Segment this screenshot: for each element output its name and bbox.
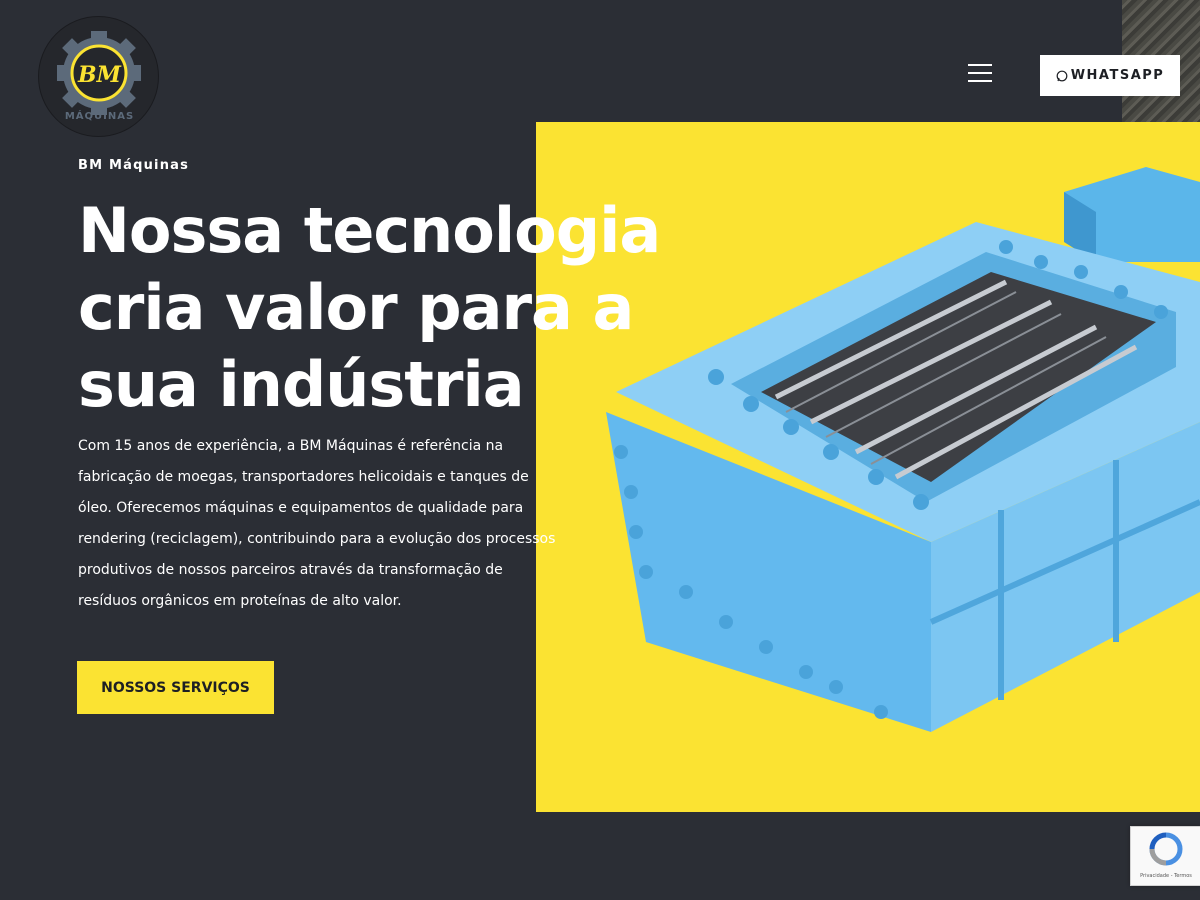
whatsapp-button[interactable]: WHATSAPP	[1040, 55, 1180, 96]
logo-text: MÁQUINAS	[64, 111, 135, 122]
hero-headline: Nossa tecnologia cria valor para a sua i…	[78, 192, 718, 423]
headline-line: Nossa tecnologia	[78, 194, 661, 267]
headline-line: sua indústria	[78, 348, 525, 421]
bm-maquinas-logo[interactable]: BM MÁQUINAS	[38, 16, 159, 137]
hero-description: Com 15 anos de experiência, a BM Máquina…	[78, 438, 556, 609]
menu-line	[968, 64, 992, 66]
headline-line: cria valor para a	[78, 271, 634, 344]
recaptcha-footer: Privacidade - Termos	[1140, 873, 1192, 879]
whatsapp-label: WHATSAPP	[1070, 68, 1165, 83]
menu-line	[968, 72, 992, 74]
whatsapp-icon	[1056, 70, 1068, 81]
hero-eyebrow: BM Máquinas	[78, 158, 190, 173]
logo-initials: BM	[78, 62, 121, 88]
recaptcha-badge[interactable]: Privacidade - Termos	[1130, 826, 1200, 886]
hamburger-menu-icon[interactable]	[968, 64, 996, 86]
menu-line	[968, 80, 992, 82]
recaptcha-icon	[1149, 832, 1183, 866]
nossos-servicos-button[interactable]: NOSSOS SERVIÇOS	[77, 661, 274, 714]
